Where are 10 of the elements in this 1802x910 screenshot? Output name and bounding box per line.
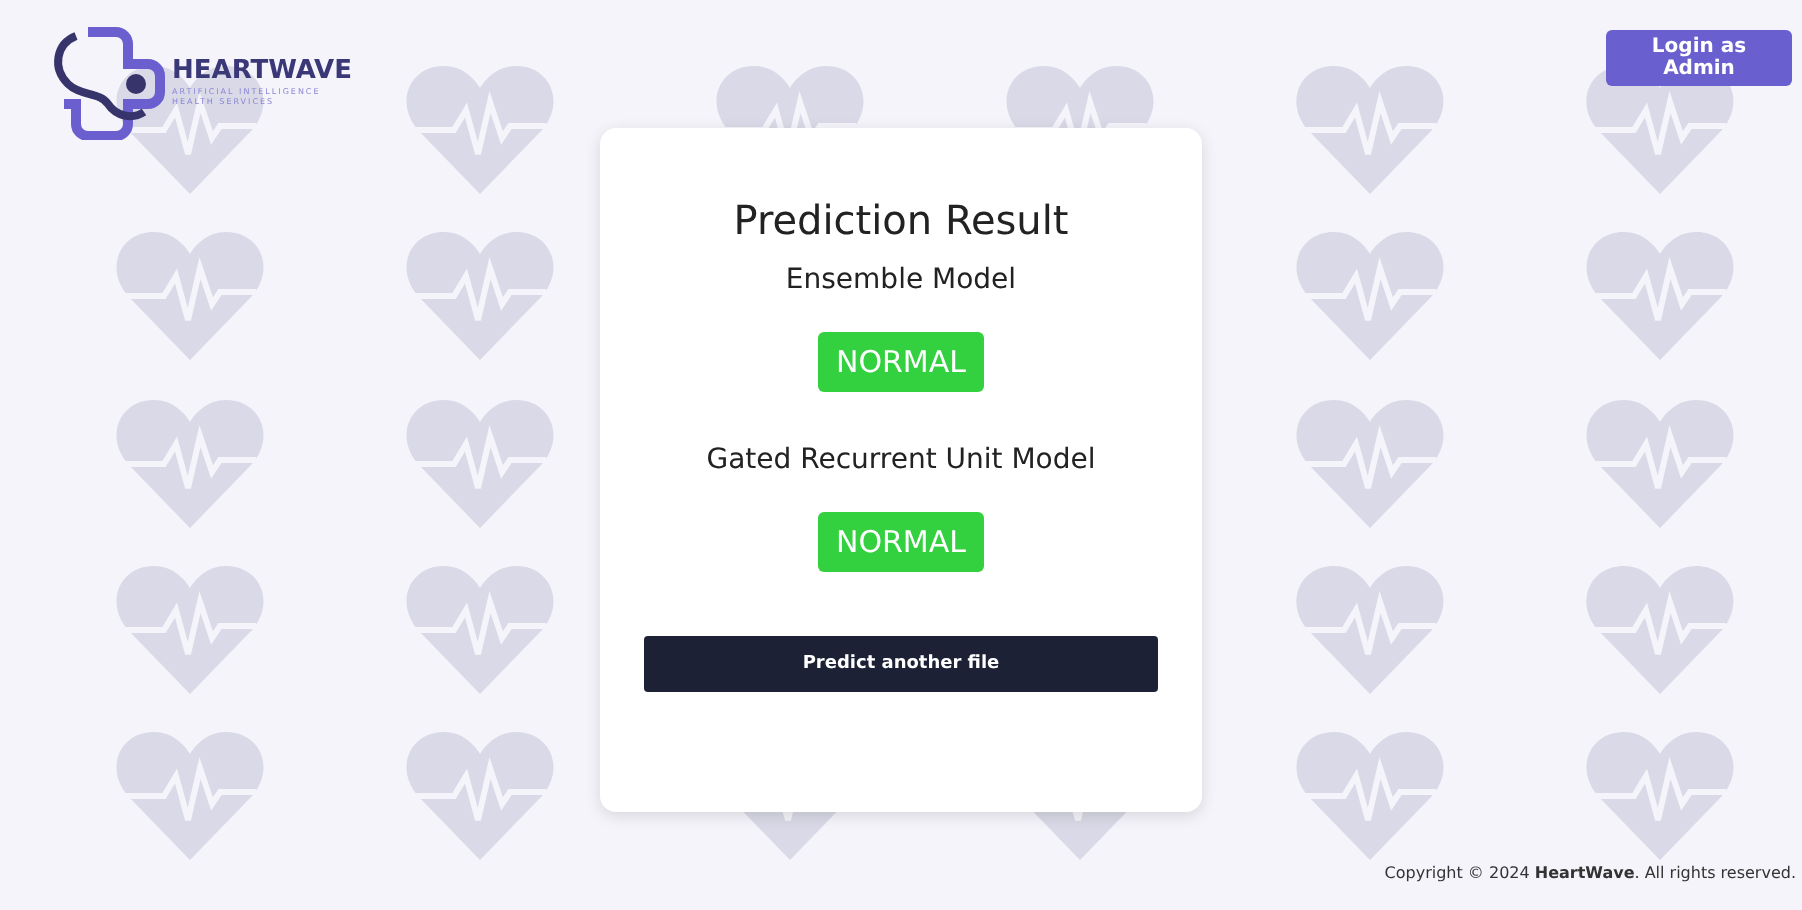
card-title: Prediction Result: [733, 196, 1069, 244]
predict-another-button[interactable]: Predict another file: [644, 636, 1158, 692]
model-name: Gated Recurrent Unit Model: [706, 444, 1096, 476]
model-name: Ensemble Model: [785, 264, 1017, 296]
result-label: NORMAL: [817, 512, 984, 572]
login-admin-button[interactable]: Login as Admin: [1606, 30, 1792, 86]
result-label: NORMAL: [817, 332, 984, 392]
brand-name: HEARTWAVE: [172, 58, 352, 86]
stethoscope-cross-icon: [48, 24, 168, 140]
copyright-text: Copyright © 2024 HeartWave. All rights reserved.: [1384, 864, 1796, 882]
